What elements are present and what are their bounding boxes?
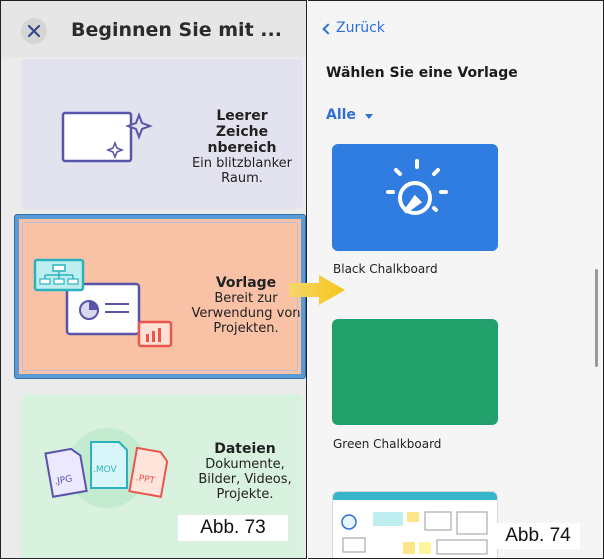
files-description: Dokumente, Bilder, Videos, Projekte. (198, 457, 292, 502)
files-title: Dateien (214, 441, 276, 457)
template-title: Vorlage (215, 275, 277, 291)
blank-canvas-description: Ein blitzblanker Raum. (191, 156, 293, 186)
template-thumbnail-black-chalkboard[interactable] (332, 144, 498, 251)
template-card[interactable]: Vorlage Bereit zur Verwendung von Projek… (15, 215, 305, 378)
arrow-right-icon (289, 275, 345, 305)
template-thumbnail-green-chalkboard[interactable] (332, 319, 498, 425)
back-label: Zurück (336, 20, 385, 36)
template-chooser-heading: Wählen Sie eine Vorlage (326, 65, 518, 81)
template-chooser-screen: Zurück Wählen Sie eine Vorlage Alle Blac… (308, 0, 604, 559)
scrollbar[interactable] (595, 269, 598, 367)
category-filter-dropdown[interactable]: Alle (326, 107, 373, 123)
template-name-green-chalkboard: Green Chalkboard (333, 437, 442, 451)
lightbulb-icon (386, 159, 448, 215)
blank-canvas-title: Leerer Zeiche nbereich (207, 108, 277, 156)
template-description: Bereit zur Verwendung von Projekten. (191, 291, 301, 336)
caret-down-icon (364, 113, 373, 119)
figure-caption-left: Abb. 73 (178, 515, 288, 541)
back-button[interactable]: Zurück (322, 20, 385, 36)
start-screen: Beginnen Sie mit ... Leerer Zeiche nbere… (0, 0, 307, 559)
blank-canvas-icon (61, 111, 153, 163)
blank-canvas-card[interactable]: Leerer Zeiche nbereich Ein blitzblanker … (21, 59, 303, 209)
figure-caption-right: Abb. 74 (496, 523, 580, 549)
close-icon (28, 25, 40, 37)
files-illustration-icon: .JPG .MOV .PPT (44, 428, 169, 508)
template-thumbnail-project-board[interactable] (332, 491, 498, 558)
template-name-black-chalkboard: Black Chalkboard (333, 262, 438, 276)
filter-label: Alle (326, 107, 356, 123)
project-board-preview-icon (333, 492, 497, 555)
mov-label: .MOV (93, 465, 118, 475)
close-button[interactable] (21, 18, 47, 44)
template-illustration-icon (33, 258, 173, 348)
chevron-left-icon (322, 22, 334, 35)
start-title: Beginnen Sie mit ... (71, 19, 282, 41)
start-header: Beginnen Sie mit ... (1, 1, 306, 57)
